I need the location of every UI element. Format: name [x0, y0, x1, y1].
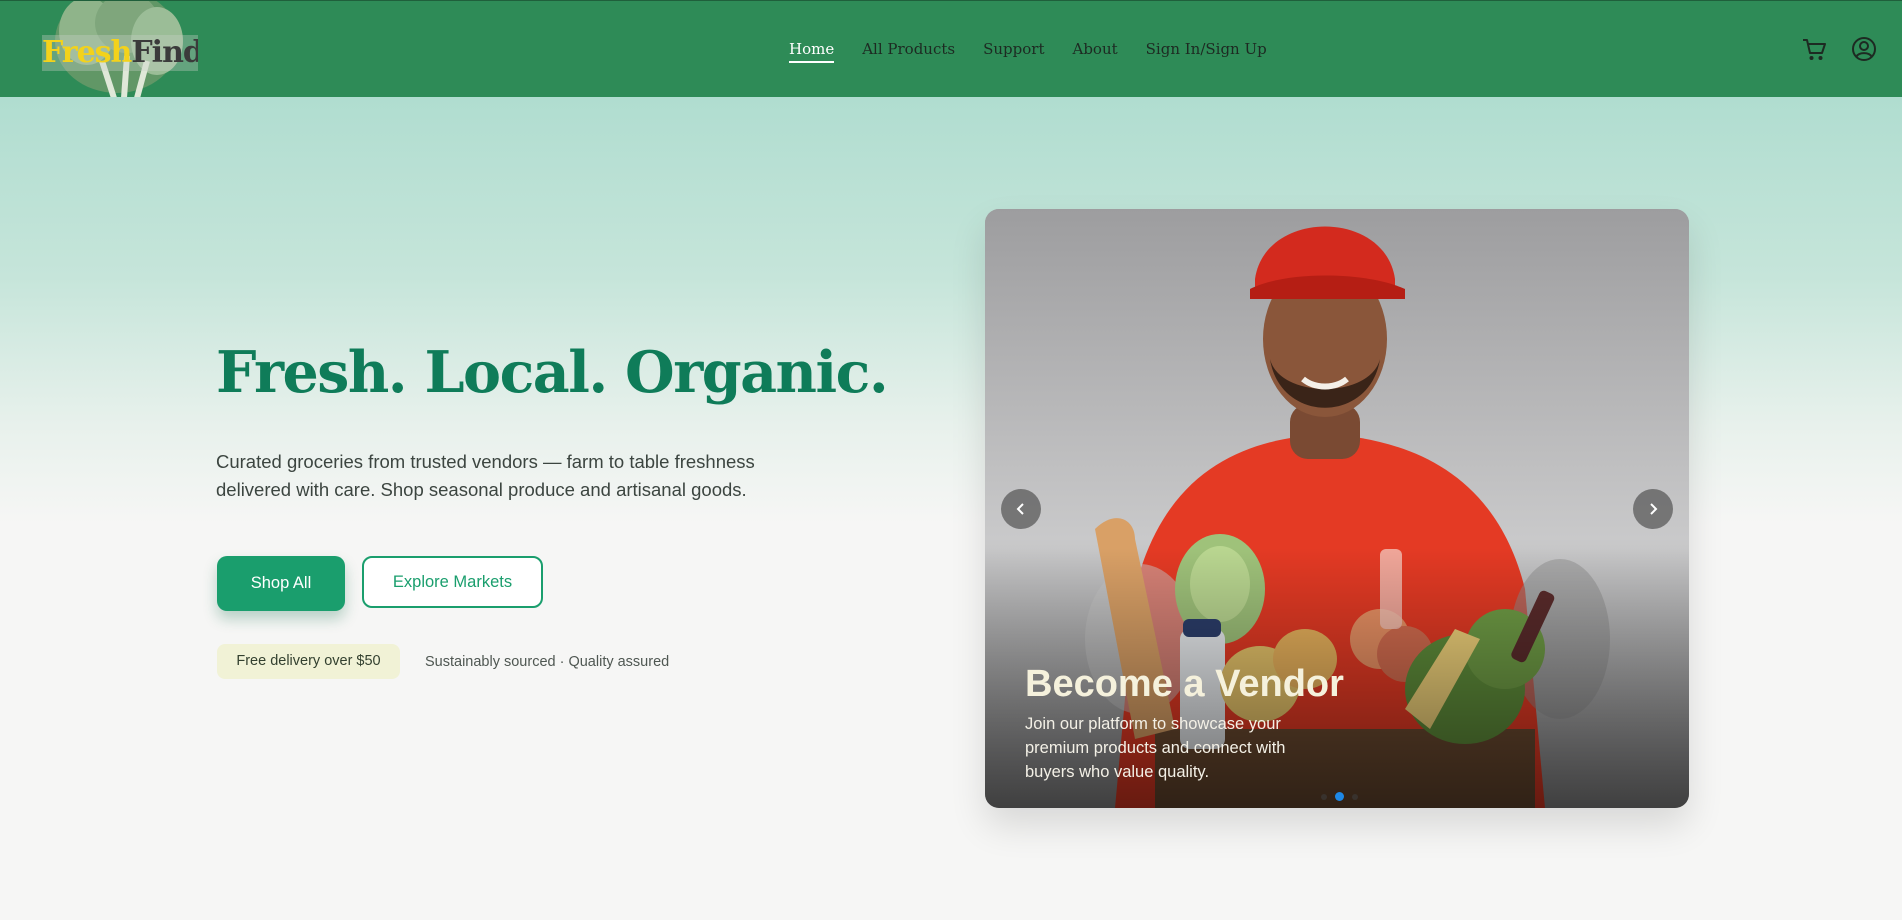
- slide-title: Become a Vendor: [1025, 663, 1344, 705]
- slide-text: Join our platform to showcase your premi…: [1025, 715, 1286, 781]
- carousel-dot-3[interactable]: [1352, 793, 1358, 800]
- carousel-dot-2[interactable]: [1335, 792, 1344, 801]
- cart-icon[interactable]: [1800, 35, 1828, 63]
- quality-note: Sustainably sourced · Quality assured: [425, 654, 670, 670]
- hero-carousel: Become a Vendor Join our platform to sho…: [985, 209, 1689, 808]
- free-delivery-badge: Free delivery over $50: [217, 644, 400, 679]
- nav-sign-in[interactable]: Sign In/Sign Up: [1146, 38, 1267, 63]
- user-account-icon[interactable]: [1850, 35, 1878, 63]
- chevron-left-icon: [1016, 503, 1024, 515]
- top-navbar: FreshFinds Home All Products Support Abo…: [0, 0, 1902, 98]
- carousel-dot-1[interactable]: [1321, 793, 1327, 800]
- logo-text: FreshFinds: [42, 35, 198, 71]
- nav-all-products[interactable]: All Products: [862, 38, 955, 63]
- nav-support[interactable]: Support: [983, 38, 1044, 63]
- shop-all-button[interactable]: Shop All: [217, 556, 345, 611]
- carousel-prev-button[interactable]: [1001, 489, 1041, 529]
- explore-markets-button[interactable]: Explore Markets: [362, 556, 543, 608]
- main-nav: Home All Products Support About Sign In/…: [789, 38, 1267, 63]
- hero-description: Curated groceries from trusted vendors —…: [216, 451, 755, 500]
- site-logo[interactable]: FreshFinds: [32, 1, 198, 98]
- carousel-next-button[interactable]: [1633, 489, 1673, 529]
- chevron-right-icon: [1650, 503, 1658, 515]
- nav-icons: [1800, 35, 1878, 63]
- nav-home[interactable]: Home: [789, 38, 835, 63]
- nav-about[interactable]: About: [1072, 38, 1117, 63]
- hero-headline: Fresh. Local. Organic.: [216, 339, 889, 406]
- carousel-indicators: [1321, 792, 1358, 801]
